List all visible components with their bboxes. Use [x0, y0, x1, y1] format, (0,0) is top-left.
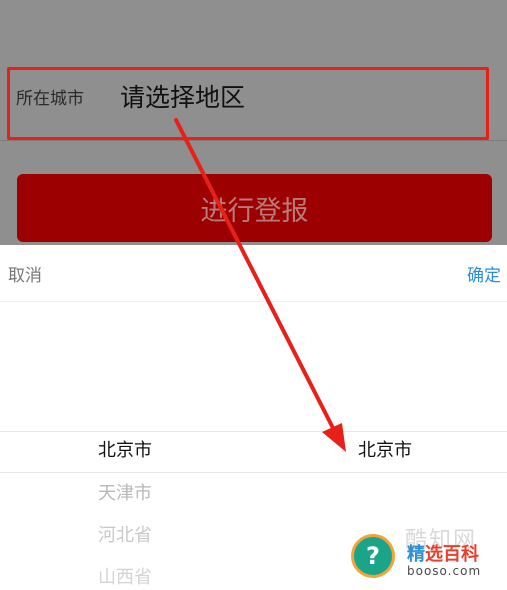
- region-picker: 取消 确定 北京市 天津市 河北省 山西省 北京市: [0, 245, 507, 590]
- province-option[interactable]: 天津市: [40, 482, 210, 506]
- province-option[interactable]: 河北省: [40, 524, 210, 548]
- row-divider: [0, 140, 507, 141]
- city-option-selected[interactable]: 北京市: [300, 439, 470, 463]
- city-wheel[interactable]: 北京市: [300, 245, 470, 590]
- confirm-button[interactable]: 确定: [467, 261, 501, 286]
- city-field-label: 所在城市: [16, 89, 84, 109]
- city-field-row[interactable]: 所在城市 请选择地区: [0, 68, 507, 141]
- dimmed-background: 所在城市 请选择地区 进行登报: [0, 0, 507, 245]
- submit-button[interactable]: 进行登报: [17, 174, 492, 242]
- province-wheel[interactable]: 北京市 天津市 河北省 山西省: [40, 245, 210, 590]
- province-option[interactable]: 山西省: [40, 566, 210, 590]
- cancel-button[interactable]: 取消: [8, 261, 42, 286]
- city-field-value[interactable]: 请选择地区: [120, 78, 245, 114]
- province-option-selected[interactable]: 北京市: [40, 439, 210, 463]
